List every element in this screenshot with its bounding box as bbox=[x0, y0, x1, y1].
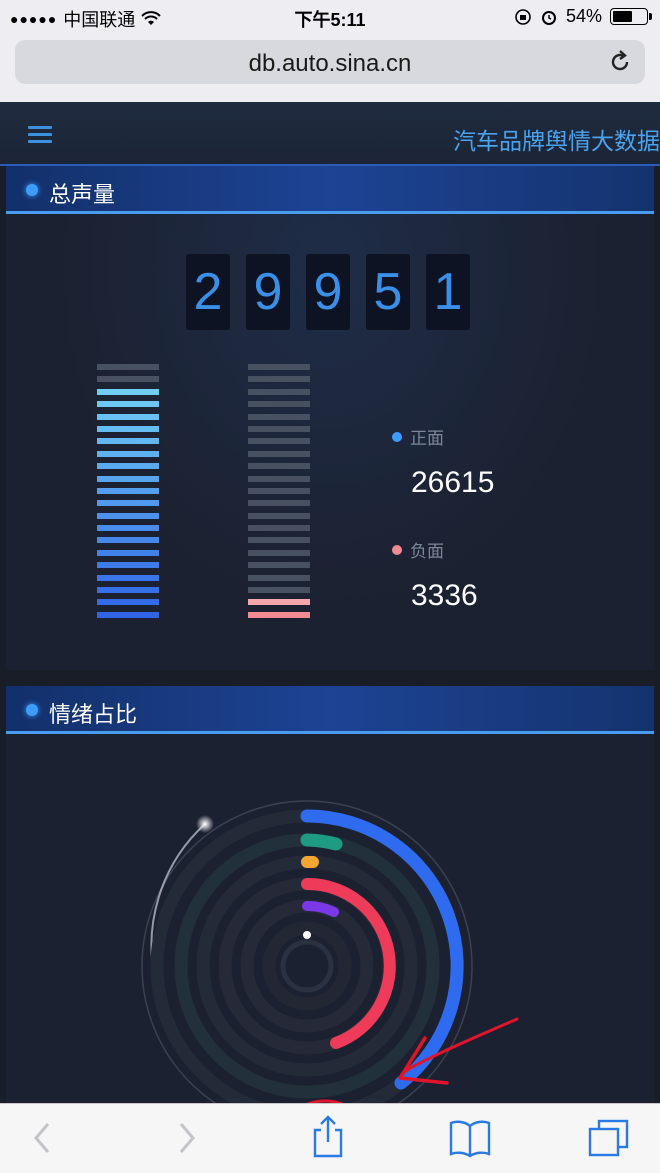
positive-meter-segment bbox=[97, 587, 159, 594]
negative-meter-segment bbox=[248, 463, 310, 470]
positive-meter-segment bbox=[97, 401, 159, 408]
positive-level-meter bbox=[97, 364, 159, 624]
negative-legend: 负面 bbox=[392, 537, 444, 562]
positive-meter-segment bbox=[97, 500, 159, 507]
alarm-icon bbox=[541, 10, 556, 25]
positive-label: 正面 bbox=[410, 429, 444, 448]
status-bar: ●●●●● 中国联通 下午5:11 54% bbox=[0, 0, 660, 34]
negative-meter-segment bbox=[248, 500, 310, 507]
battery-icon bbox=[610, 8, 652, 25]
browser-url-area: db.auto.sina.cn bbox=[0, 34, 660, 102]
url-text[interactable]: db.auto.sina.cn bbox=[15, 50, 645, 78]
tabs-icon[interactable] bbox=[587, 1118, 631, 1158]
app-title: 汽车品牌舆情大数据 bbox=[453, 128, 660, 154]
share-icon[interactable] bbox=[311, 1114, 345, 1160]
positive-legend: 正面 bbox=[392, 424, 444, 449]
ring-arc-white bbox=[303, 931, 311, 939]
negative-meter-segment bbox=[248, 450, 310, 457]
ring-track bbox=[262, 921, 352, 1011]
positive-meter-segment bbox=[97, 537, 159, 544]
negative-meter-segment bbox=[248, 562, 310, 569]
emotion-ring-chart bbox=[141, 800, 473, 1106]
negative-meter-segment bbox=[248, 388, 310, 395]
negative-meter-segment bbox=[248, 549, 310, 556]
positive-dot-icon bbox=[392, 431, 402, 442]
positive-meter-segment bbox=[97, 376, 159, 383]
negative-meter-segment bbox=[248, 537, 310, 544]
positive-meter-segment bbox=[97, 512, 159, 519]
positive-meter-segment bbox=[97, 413, 159, 420]
positive-meter-segment bbox=[97, 425, 159, 432]
positive-value: 26615 bbox=[411, 466, 495, 499]
negative-meter-segment bbox=[248, 599, 310, 606]
positive-meter-segment bbox=[97, 388, 159, 395]
chevron-right-icon[interactable] bbox=[175, 1118, 199, 1158]
bullet-icon bbox=[26, 704, 38, 716]
positive-meter-segment bbox=[97, 487, 159, 494]
bullet-icon bbox=[26, 184, 38, 196]
panel-title: 总声量 bbox=[49, 182, 116, 207]
negative-meter-segment bbox=[248, 587, 310, 594]
negative-meter-segment bbox=[248, 401, 310, 408]
positive-meter-segment bbox=[97, 549, 159, 556]
orientation-lock-icon bbox=[515, 8, 531, 25]
negative-meter-segment bbox=[248, 475, 310, 482]
negative-meter-segment bbox=[248, 611, 310, 618]
positive-meter-segment bbox=[97, 525, 159, 532]
negative-meter-segment bbox=[248, 413, 310, 420]
negative-label: 负面 bbox=[410, 542, 444, 561]
positive-meter-segment bbox=[97, 463, 159, 470]
positive-meter-segment bbox=[97, 562, 159, 569]
negative-meter-segment bbox=[248, 574, 310, 581]
positive-meter-segment bbox=[97, 599, 159, 606]
negative-level-meter bbox=[248, 364, 310, 624]
negative-meter-segment bbox=[248, 487, 310, 494]
counter-digit: 2 bbox=[186, 254, 230, 330]
positive-meter-segment bbox=[97, 611, 159, 618]
positive-meter-segment bbox=[97, 438, 159, 445]
address-bar[interactable]: db.auto.sina.cn bbox=[15, 40, 645, 84]
panel-title: 情绪占比 bbox=[49, 702, 138, 727]
negative-meter-segment bbox=[248, 525, 310, 532]
panel-header: 总声量 bbox=[6, 166, 654, 214]
negative-meter-segment bbox=[248, 376, 310, 383]
positive-meter-segment bbox=[97, 450, 159, 457]
negative-meter-segment bbox=[248, 512, 310, 519]
counter-digit: 5 bbox=[366, 254, 410, 330]
total-volume-panel: 总声量 2 9 9 5 1 正面 26615 负面 3336 bbox=[6, 166, 654, 670]
chevron-left-icon[interactable] bbox=[30, 1118, 54, 1158]
status-right: 54% bbox=[514, 6, 652, 27]
counter-digit: 1 bbox=[426, 254, 470, 330]
counter-digit: 9 bbox=[306, 254, 350, 330]
screen: ●●●●● 中国联通 下午5:11 54% db.auto.sina.cn 汽车… bbox=[0, 0, 660, 1173]
ring-arc-teal bbox=[300, 833, 343, 851]
app-header: 汽车品牌舆情大数据 bbox=[0, 102, 660, 166]
negative-meter-segment bbox=[248, 438, 310, 445]
book-icon[interactable] bbox=[448, 1118, 492, 1158]
positive-meter-segment bbox=[97, 364, 159, 370]
panel-header: 情绪占比 bbox=[6, 686, 654, 734]
counter-digit: 9 bbox=[246, 254, 290, 330]
total-volume-counter: 2 9 9 5 1 bbox=[186, 254, 470, 330]
reload-icon[interactable] bbox=[607, 49, 633, 75]
negative-meter-segment bbox=[248, 425, 310, 432]
negative-dot-icon bbox=[392, 544, 402, 555]
battery-percent: 54% bbox=[565, 6, 602, 26]
negative-value: 3336 bbox=[411, 579, 478, 612]
ring-track bbox=[196, 855, 418, 1077]
browser-toolbar bbox=[0, 1103, 660, 1173]
hamburger-menu-icon[interactable] bbox=[28, 126, 52, 144]
emotion-ratio-panel: 情绪占比 bbox=[6, 686, 654, 1106]
negative-meter-segment bbox=[248, 364, 310, 370]
positive-meter-segment bbox=[97, 574, 159, 581]
positive-meter-segment bbox=[97, 475, 159, 482]
ring-glow bbox=[196, 815, 214, 833]
ring-track bbox=[280, 939, 334, 993]
